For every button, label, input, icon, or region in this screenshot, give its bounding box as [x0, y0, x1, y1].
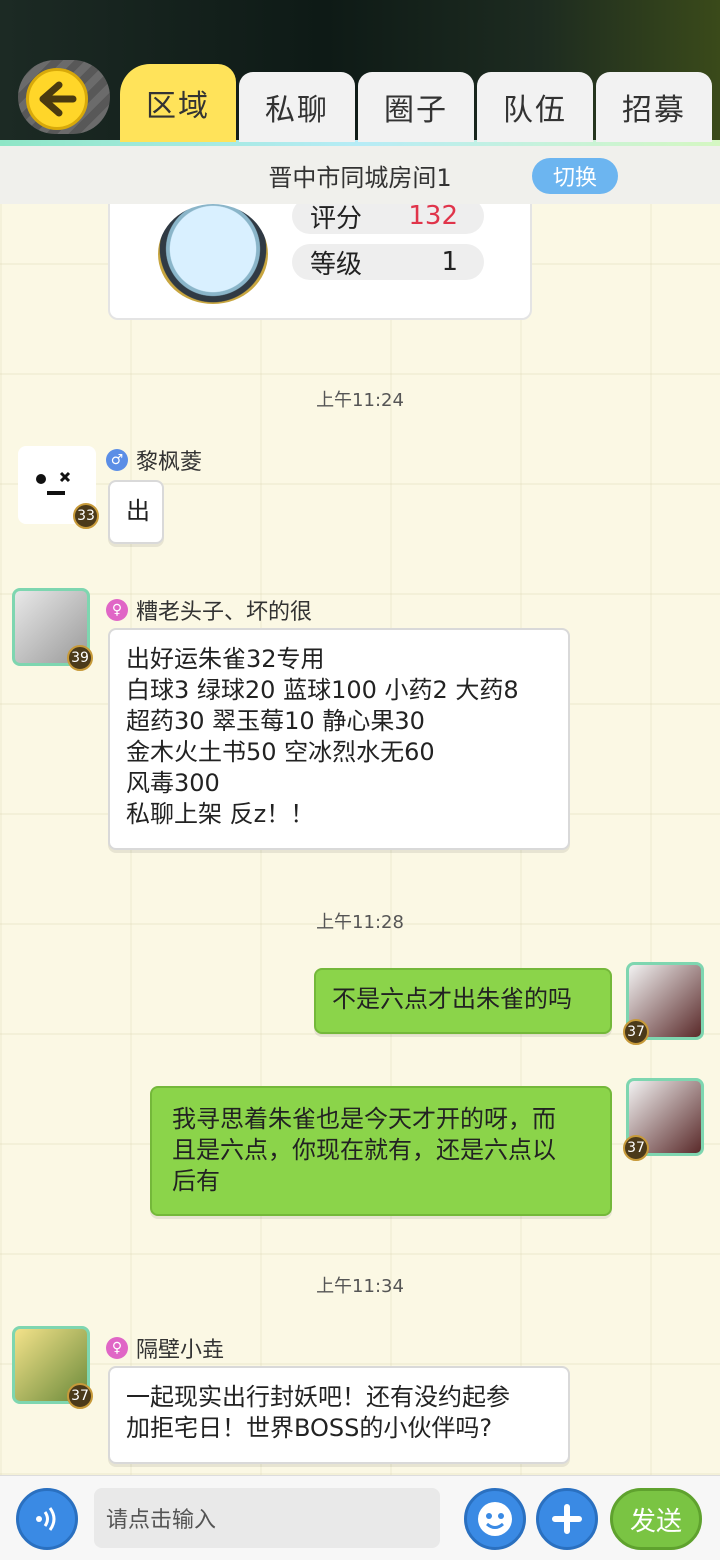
tab-team[interactable]: 队伍 [477, 72, 593, 142]
sender-row: ♂ 黎枫菱 [106, 444, 202, 476]
sender-row: ♀ 隔壁小垚 [106, 1332, 224, 1364]
avatar[interactable]: 39 [12, 588, 93, 671]
avatar[interactable]: 33 [18, 446, 99, 529]
message-line: 我寻思着朱雀也是今天才开的呀，而 [172, 1105, 556, 1133]
timestamp: 上午11:34 [316, 1276, 404, 1297]
level-label: 等级 [310, 249, 363, 280]
sender-name: 黎枫菱 [136, 450, 203, 475]
tab-region[interactable]: 区域 [120, 64, 236, 142]
message-bubble-self[interactable]: 不是六点才出朱雀的吗 [314, 968, 612, 1034]
avatar[interactable]: 37 [12, 1326, 93, 1409]
female-icon: ♀ [106, 1337, 128, 1359]
timestamp: 上午11:28 [316, 912, 404, 933]
tab-recruit[interactable]: 招募 [596, 72, 712, 142]
emoji-button[interactable] [464, 1488, 526, 1550]
emoji-icon [478, 1502, 512, 1536]
send-button[interactable]: 发送 [610, 1488, 702, 1550]
room-title: 晋中市同城房间1 [268, 163, 452, 192]
message-bubble-self[interactable]: 我寻思着朱雀也是今天才开的呀，而 且是六点，你现在就有，还是六点以 后有 [150, 1086, 612, 1216]
pet-avatar [158, 204, 268, 304]
level-badge: 37 [623, 1135, 649, 1161]
score-value: 132 [408, 201, 458, 231]
message-line: 金木火土书50 空冰烈水无60 [126, 738, 435, 766]
message-line: 风毒300 [126, 769, 220, 797]
timestamp: 上午11:24 [316, 390, 404, 411]
message-line: 且是六点，你现在就有，还是六点以 [172, 1136, 556, 1164]
message-bubble[interactable]: 一起现实出行封妖吧！还有没约起参 加拒宅日！世界BOSS的小伙伴吗? [108, 1366, 570, 1464]
tab-private-chat[interactable]: 私聊 [239, 72, 355, 142]
sender-name: 隔壁小垚 [136, 1338, 225, 1363]
message-line: 后有 [172, 1167, 220, 1195]
message-input[interactable]: 请点击输入 [94, 1488, 440, 1548]
message-line: 加拒宅日！世界BOSS的小伙伴吗? [126, 1414, 493, 1442]
male-icon: ♂ [106, 449, 128, 471]
sender-row: ♀ 糟老头子、坏的很 [106, 594, 312, 626]
level-badge: 37 [623, 1019, 649, 1045]
message-line: 出好运朱雀32专用 [126, 645, 325, 673]
back-button[interactable] [18, 60, 110, 134]
switch-room-button[interactable]: 切换 [532, 158, 618, 194]
level-row: 等级 1 [292, 244, 484, 280]
message-line: 白球3 绿球20 蓝球100 小药2 大药8 [126, 676, 519, 704]
level-badge: 33 [73, 503, 99, 529]
voice-icon [36, 1507, 56, 1531]
message-line: 超药30 翠玉莓10 静心果30 [126, 707, 425, 735]
female-icon: ♀ [106, 599, 128, 621]
tab-circle[interactable]: 圈子 [358, 72, 474, 142]
level-value: 1 [441, 247, 458, 277]
avatar-self[interactable]: 37 [623, 962, 704, 1045]
plus-icon [552, 1504, 582, 1534]
level-badge: 37 [67, 1383, 93, 1409]
level-badge: 39 [67, 645, 93, 671]
input-bar: 请点击输入 发送 [0, 1475, 720, 1560]
chat-list[interactable]: 上午11:24 33 ♂ 黎枫菱 出 39 ♀ 糟老头子、坏的很 出好运朱雀32… [0, 204, 720, 1474]
room-bar: 晋中市同城房间1 切换 [0, 146, 720, 204]
voice-button[interactable] [16, 1488, 78, 1550]
message-bubble[interactable]: 出 [108, 480, 164, 544]
message-line: 私聊上架 反z！！ [126, 800, 315, 828]
avatar-self[interactable]: 37 [623, 1078, 704, 1161]
back-arrow-icon [26, 68, 88, 130]
add-button[interactable] [536, 1488, 598, 1550]
tab-bar: 区域 私聊 圈子 队伍 招募 [120, 64, 715, 142]
message-line: 一起现实出行封妖吧！还有没约起参 [126, 1383, 510, 1411]
sender-name: 糟老头子、坏的很 [136, 600, 313, 625]
message-bubble[interactable]: 出好运朱雀32专用 白球3 绿球20 蓝球100 小药2 大药8 超药30 翠玉… [108, 628, 570, 850]
